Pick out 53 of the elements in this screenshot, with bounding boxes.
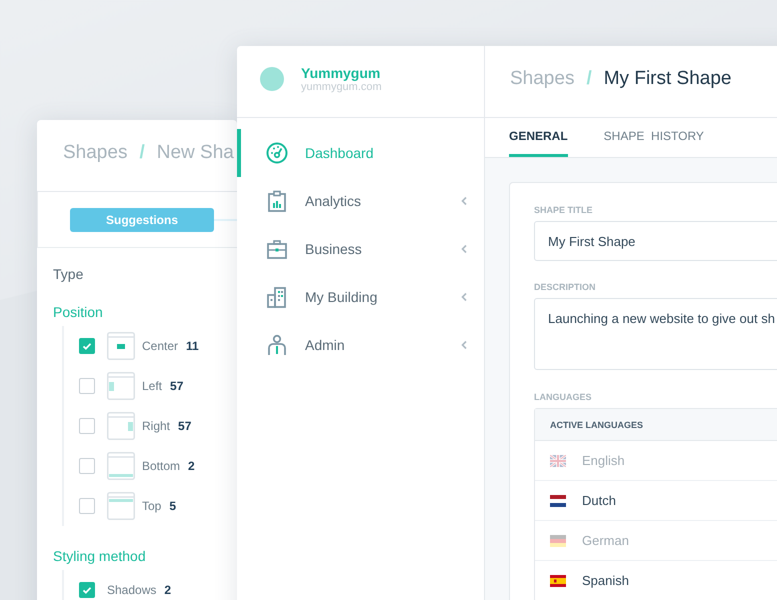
language-name: Spanish	[582, 573, 629, 588]
person-icon	[266, 334, 288, 356]
layout-thumbnail-icon	[107, 372, 135, 400]
option-label: Right	[142, 419, 170, 433]
layout-thumbnail-icon	[107, 412, 135, 440]
option-count: 11	[186, 339, 199, 353]
breadcrumb-separator: /	[139, 142, 145, 165]
sidebar-item[interactable]: Analytics	[237, 177, 484, 225]
option-count: 57	[170, 379, 184, 393]
option-count: 2	[164, 583, 172, 597]
layout-thumbnail-icon	[107, 492, 135, 520]
clipboard-chart-icon	[266, 190, 288, 212]
briefcase-icon	[266, 238, 288, 260]
option-count: 2	[188, 459, 195, 473]
building-icon	[266, 286, 288, 308]
field-label: LANGUAGES	[534, 392, 593, 402]
language-name: English	[582, 453, 625, 468]
option-label: Left	[142, 379, 162, 393]
group-heading: Styling method	[53, 548, 147, 564]
breadcrumb-current: My First Shape	[604, 68, 732, 90]
option-label: Shadows	[107, 583, 156, 597]
sidebar-item[interactable]: Business	[237, 225, 484, 273]
table-header: ACTIVE LANGUAGES	[535, 409, 777, 441]
avatar	[260, 66, 284, 90]
title-input-field[interactable]: My First Shape	[534, 221, 777, 261]
tab[interactable]: SHAPE HISTORY	[604, 118, 704, 157]
account-name: Yummygum	[301, 64, 382, 80]
gauge-icon	[266, 142, 288, 164]
option-label: Center	[142, 339, 178, 353]
group-heading: Position	[53, 304, 104, 320]
option-label: Bottom	[142, 459, 180, 473]
checkbox[interactable]	[79, 458, 95, 474]
breadcrumb-separator: /	[586, 68, 592, 90]
option-count: 5	[169, 499, 176, 513]
description-input-field[interactable]: Launching a new website to give out sh	[534, 298, 777, 370]
checkbox[interactable]	[79, 498, 95, 514]
option-count: 57	[178, 419, 192, 433]
language-name: Dutch	[582, 493, 616, 508]
layout-thumbnail-icon	[107, 332, 135, 360]
sidebar-item[interactable]: My Building	[237, 273, 484, 321]
language-name: German	[582, 533, 629, 548]
checkbox[interactable]	[79, 378, 95, 394]
section-heading: Type	[53, 266, 84, 282]
checkbox[interactable]	[79, 582, 95, 598]
sidebar-item[interactable]: Admin	[237, 321, 484, 369]
option-label: Top	[142, 499, 162, 513]
checkbox[interactable]	[79, 338, 95, 354]
field-label: SHAPE TITLE	[534, 205, 594, 215]
breadcrumb-current: New Sha	[156, 142, 234, 165]
layout-thumbnail-icon	[107, 452, 135, 480]
checkbox[interactable]	[79, 418, 95, 434]
field-label: DESCRIPTION	[534, 282, 597, 292]
account-domain: yummygum.com	[301, 80, 382, 92]
